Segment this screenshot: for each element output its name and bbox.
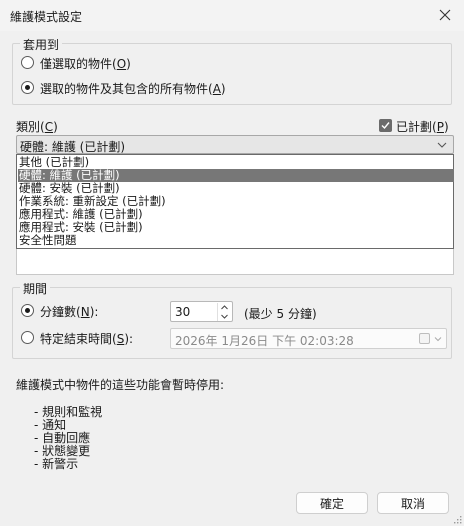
minutes-radio[interactable] bbox=[21, 304, 34, 317]
info-heading: 維護模式中物件的這些功能會暫時停用: bbox=[16, 378, 225, 392]
planned-hotkey: P bbox=[436, 120, 444, 134]
category-option[interactable]: 應用程式: 安裝 (已計劃) bbox=[18, 221, 454, 234]
apply-all-contained-radio[interactable] bbox=[21, 81, 34, 94]
close-icon bbox=[439, 9, 451, 21]
category-selected-value: 硬體: 維護 (已計劃) bbox=[20, 140, 126, 154]
minutes-label: 分鐘數 bbox=[40, 305, 77, 319]
checkmark-icon bbox=[381, 122, 390, 130]
minutes-stepper[interactable]: 30 bbox=[170, 301, 233, 322]
duration-legend: 期間 bbox=[20, 280, 51, 297]
category-label-row: 類別(C) bbox=[16, 120, 58, 134]
category-option[interactable]: 安全性問題 bbox=[18, 234, 454, 247]
list-item: - 新警示 bbox=[34, 457, 79, 471]
cancel-button[interactable]: 取消 bbox=[377, 492, 449, 514]
minutes-down-button[interactable] bbox=[217, 312, 231, 321]
apply-selected-only-label: 僅選取的物件 bbox=[40, 57, 113, 71]
chevron-up-icon bbox=[221, 305, 228, 310]
end-time-radio[interactable] bbox=[21, 331, 34, 344]
apply-selected-only-option[interactable]: 僅選取的物件(O) bbox=[21, 54, 281, 72]
minutes-hint: (最少 5 分鐘) bbox=[244, 307, 317, 321]
minutes-value: 30 bbox=[175, 305, 191, 319]
end-time-hotkey: S bbox=[116, 332, 125, 346]
minutes-up-button[interactable] bbox=[217, 303, 231, 312]
apply-all-contained-hotkey: A bbox=[212, 82, 221, 96]
category-hotkey: C bbox=[44, 120, 54, 134]
disabled-features-list: - 規則和監視 - 通知 - 自動回應 - 狀態變更 - 新警示 bbox=[34, 406, 102, 471]
end-time-picker[interactable]: 2026年 1月26日 下午 02:03:28 bbox=[170, 328, 447, 349]
resize-grip-icon[interactable] bbox=[452, 514, 462, 524]
chevron-down-icon bbox=[221, 314, 228, 319]
calendar-checkbox[interactable] bbox=[419, 333, 430, 344]
apply-selected-only-radio[interactable] bbox=[21, 56, 34, 69]
window-title: 維護模式設定 bbox=[10, 10, 83, 24]
planned-checkbox-option[interactable]: 已計劃(P) bbox=[379, 118, 459, 134]
minutes-option[interactable]: 分鐘數(N): bbox=[21, 302, 161, 320]
description-box bbox=[16, 249, 454, 275]
end-time-value: 2026年 1月26日 下午 02:03:28 bbox=[175, 334, 354, 348]
category-dropdown[interactable]: 硬體: 維護 (已計劃) bbox=[16, 135, 454, 154]
planned-checkbox[interactable] bbox=[379, 119, 392, 132]
end-time-label: 特定結束時間 bbox=[40, 332, 113, 346]
minutes-hotkey: N bbox=[80, 305, 90, 319]
chevron-down-icon bbox=[434, 337, 442, 342]
apply-selected-only-hotkey: O bbox=[116, 57, 127, 71]
chevron-down-icon bbox=[437, 142, 447, 148]
apply-all-contained-option[interactable]: 選取的物件及其包含的所有物件(A) bbox=[21, 79, 321, 97]
end-time-option[interactable]: 特定結束時間(S): bbox=[21, 329, 171, 347]
close-button[interactable] bbox=[432, 3, 458, 27]
category-options-list[interactable]: 其他 (已計劃) 硬體: 維護 (已計劃) 硬體: 安裝 (已計劃) 作業系統:… bbox=[16, 154, 454, 249]
category-label: 類別 bbox=[16, 120, 41, 134]
planned-label: 已計劃 bbox=[396, 120, 433, 134]
ok-button[interactable]: 確定 bbox=[296, 492, 368, 514]
apply-to-legend: 套用到 bbox=[20, 36, 63, 53]
apply-all-contained-label: 選取的物件及其包含的所有物件 bbox=[40, 82, 209, 96]
